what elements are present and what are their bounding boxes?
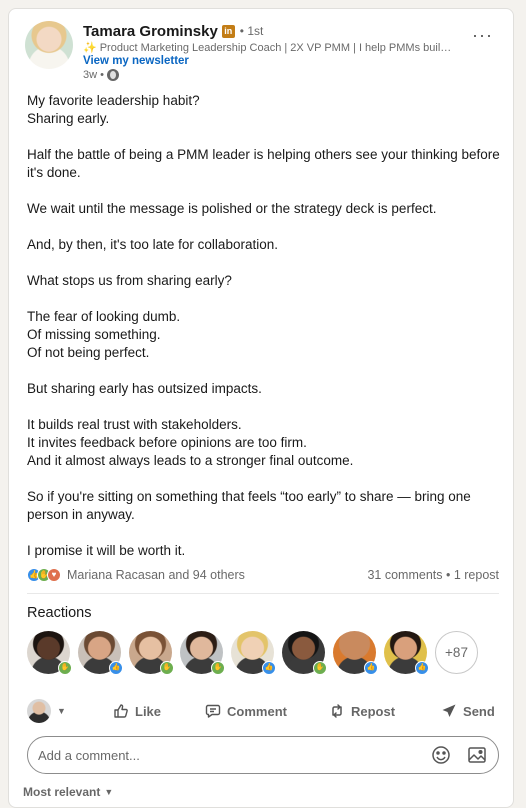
reactions-text[interactable]: Mariana Racasan and 94 others: [67, 568, 245, 582]
repost-icon: [332, 704, 342, 718]
comment-box: [27, 736, 499, 774]
actor-avatar: [27, 699, 51, 723]
more-reactors-button[interactable]: +87: [435, 631, 478, 674]
sparkle-icon: ✨: [83, 42, 97, 54]
repost-label: Repost: [350, 703, 396, 719]
repost-button[interactable]: Repost: [329, 703, 395, 719]
post-paragraph: We wait until the message is polished or…: [27, 201, 437, 216]
reaction-icons: 👍 ✋ ♥: [27, 568, 61, 582]
support-reaction-icon: ✋: [58, 661, 72, 675]
linkedin-premium-icon: in: [221, 24, 235, 38]
post-paragraph: My favorite leadership habit? Sharing ea…: [27, 93, 200, 126]
like-reaction-icon: 👍: [262, 661, 276, 675]
image-icon[interactable]: [466, 744, 488, 766]
comment-input[interactable]: [38, 747, 416, 763]
caret-down-icon: ▼: [57, 706, 66, 716]
post-paragraph: What stops us from sharing early?: [27, 273, 232, 288]
like-reaction-icon: 👍: [364, 661, 378, 675]
action-bar: ▼ Like Comment Repost Send: [27, 693, 499, 729]
thumbs-up-icon: [114, 704, 128, 718]
comment-label: Comment: [227, 703, 287, 719]
reactor-avatar[interactable]: 👍: [78, 631, 123, 675]
like-button[interactable]: Like: [113, 703, 161, 719]
divider: [27, 593, 499, 594]
reactor-avatar[interactable]: 👍: [231, 631, 276, 675]
emoji-icon[interactable]: [430, 744, 452, 766]
post-paragraph: I promise it will be worth it.: [27, 543, 186, 558]
like-label: Like: [135, 703, 162, 719]
post-body: My favorite leadership habit? Sharing ea…: [27, 92, 501, 560]
author-avatar[interactable]: [25, 21, 73, 69]
like-reaction-icon: 👍: [415, 661, 429, 675]
post-paragraph: And, by then, it's too late for collabor…: [27, 237, 278, 252]
globe-icon: [106, 69, 119, 81]
reactions-title: Reactions: [27, 605, 92, 621]
post-meta: 3w •: [83, 69, 119, 81]
send-button[interactable]: Send: [441, 703, 495, 719]
author-headline: ✨ Product Marketing Leadership Coach | 2X…: [83, 41, 453, 54]
post-paragraph: But sharing early has outsized impacts.: [27, 381, 262, 396]
like-reaction-icon: 👍: [109, 661, 123, 675]
author-name[interactable]: Tamara Grominsky: [83, 23, 218, 40]
post-header: Tamara Grominsky in • 1st ✨ Product Marke…: [25, 21, 499, 85]
reactors-list: ✋ 👍 ✋ ✋ 👍 ✋ 👍 👍 +87: [27, 631, 478, 675]
headline-text: Product Marketing Leadership Coach | 2X …: [99, 42, 453, 54]
support-reaction-icon: ✋: [211, 661, 225, 675]
reactions-summary[interactable]: 👍 ✋ ♥ Mariana Racasan and 94 others: [27, 568, 245, 582]
reactor-avatar[interactable]: 👍: [333, 631, 378, 675]
post-paragraph: So if you're sitting on something that f…: [27, 489, 475, 522]
support-reaction-icon: ✋: [313, 661, 327, 675]
post-paragraph: Half the battle of being a PMM leader is…: [27, 147, 504, 180]
post-card: Tamara Grominsky in • 1st ✨ Product Marke…: [8, 8, 514, 808]
support-reaction-icon: ✋: [160, 661, 174, 675]
sort-dropdown[interactable]: Most relevant ▼: [23, 785, 113, 799]
comment-button[interactable]: Comment: [205, 703, 287, 719]
send-label: Send: [463, 703, 495, 719]
reactor-avatar[interactable]: ✋: [129, 631, 174, 675]
send-icon: [442, 704, 456, 717]
post-paragraph: It builds real trust with stakeholders. …: [27, 417, 354, 468]
reactor-avatar[interactable]: 👍: [384, 631, 429, 675]
reactor-avatar[interactable]: ✋: [27, 631, 72, 675]
sort-label: Most relevant: [23, 785, 101, 799]
author-name-row: Tamara Grominsky in • 1st: [83, 21, 263, 41]
reactor-avatar[interactable]: ✋: [282, 631, 327, 675]
connection-degree: • 1st: [239, 24, 264, 38]
newsletter-link[interactable]: View my newsletter: [83, 55, 189, 67]
reactor-avatar[interactable]: ✋: [180, 631, 225, 675]
social-counts: 👍 ✋ ♥ Mariana Racasan and 94 others 31 c…: [27, 565, 499, 585]
post-time: 3w •: [83, 69, 104, 81]
caret-down-icon: ▼: [104, 787, 114, 797]
actor-selector[interactable]: ▼: [27, 699, 91, 723]
post-paragraph: The fear of looking dumb. Of missing som…: [27, 309, 181, 360]
comments-reposts-count[interactable]: 31 comments • 1 repost: [367, 568, 499, 582]
comment-icon: [205, 704, 221, 718]
love-reaction-icon: ♥: [47, 568, 61, 582]
more-options-icon[interactable]: ···: [472, 25, 493, 46]
